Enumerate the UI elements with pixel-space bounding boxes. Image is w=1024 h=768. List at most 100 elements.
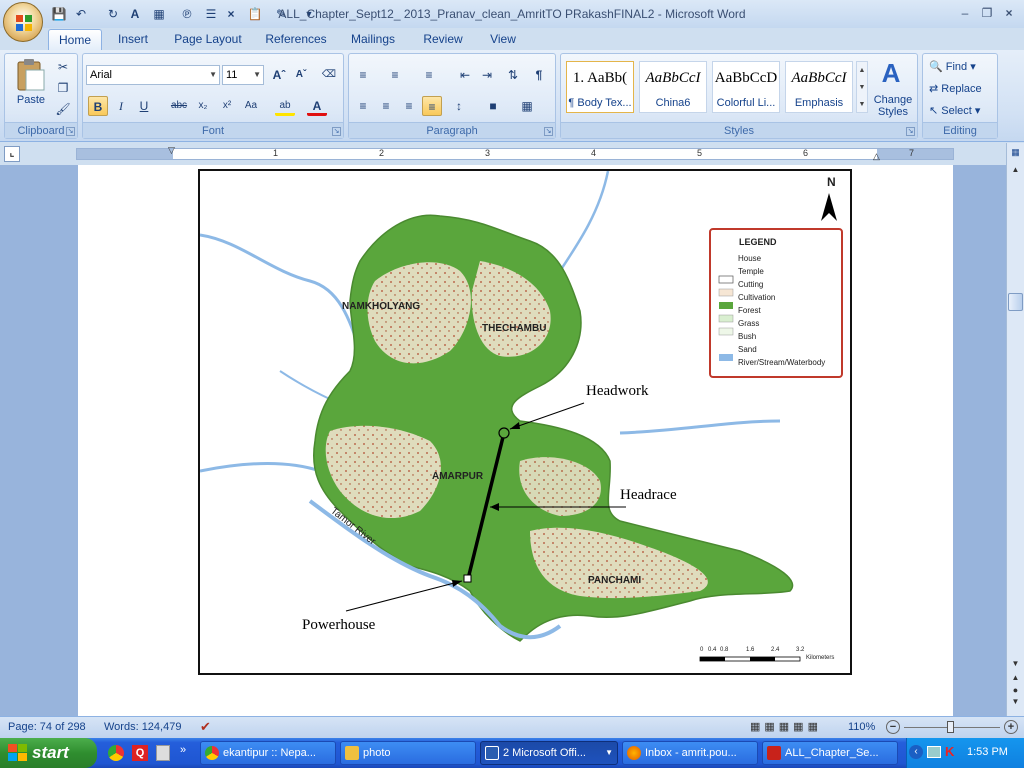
style-name: China6 xyxy=(655,97,691,109)
decrease-indent-icon[interactable]: ⇤ xyxy=(455,65,475,85)
scroll-up-icon[interactable]: ▲ xyxy=(1008,165,1023,179)
chrome-icon[interactable] xyxy=(108,745,124,761)
style-colorful-list[interactable]: AaBbCcD Colorful Li... xyxy=(712,61,780,113)
subscript-button[interactable]: x₂ xyxy=(193,96,213,116)
change-styles-icon[interactable]: A xyxy=(877,58,905,88)
underline-button[interactable]: U xyxy=(134,96,154,116)
zoom-in-icon[interactable]: + xyxy=(1004,720,1018,734)
right-indent-marker-icon[interactable]: △ xyxy=(873,151,880,162)
view-ruler-icon[interactable]: ▦ xyxy=(1008,147,1023,161)
align-left-icon[interactable]: ≡ xyxy=(353,96,373,116)
word-count[interactable]: Words: 124,479 xyxy=(104,721,181,733)
vertical-scrollbar[interactable]: ▦ ▲ ▼ ▲ ● ▼ xyxy=(1006,143,1024,716)
font-name-value: Arial xyxy=(90,69,113,81)
start-button[interactable]: start xyxy=(0,738,97,768)
paragraph-launcher-icon[interactable]: ↘ xyxy=(544,127,553,136)
numbering-icon[interactable]: ≡ xyxy=(385,65,405,85)
scroll-down-icon[interactable]: ▼ xyxy=(1008,659,1023,671)
change-styles-button[interactable]: Change Styles xyxy=(869,94,917,118)
format-painter-icon[interactable]: 🖌 xyxy=(53,99,73,119)
tray-expand-icon[interactable]: ‹ xyxy=(909,745,923,759)
zoom-level[interactable]: 110% xyxy=(848,721,875,733)
task-microsoft-office[interactable]: 2 Microsoft Offi... ▼ xyxy=(480,741,618,765)
tab-review[interactable]: Review xyxy=(414,29,472,50)
view-buttons[interactable]: ▦▦▦▦▦ xyxy=(750,720,840,736)
tab-mailings[interactable]: Mailings xyxy=(342,29,404,50)
show-marks-icon[interactable]: ¶ xyxy=(529,65,549,85)
cut-icon[interactable]: ✂ xyxy=(53,57,73,77)
indent-marker-icon[interactable]: ▽ xyxy=(168,145,175,156)
tab-page-layout[interactable]: Page Layout xyxy=(166,29,250,50)
word-icon xyxy=(485,746,499,760)
shrink-font-icon[interactable]: Aˇ xyxy=(291,65,311,85)
font-size-value: 11 xyxy=(226,69,238,81)
antivirus-icon[interactable]: K xyxy=(945,744,954,759)
ruler-number: 7 xyxy=(909,148,915,158)
shading-icon[interactable]: ■ xyxy=(483,96,503,116)
tab-home[interactable]: Home xyxy=(48,29,102,50)
style-body-text[interactable]: 1. AaBb( ¶ Body Tex... xyxy=(566,61,634,113)
tab-references[interactable]: References xyxy=(258,29,334,50)
bold-button[interactable]: B xyxy=(88,96,108,116)
close-button[interactable]: × xyxy=(996,4,1022,22)
horizontal-ruler[interactable]: 1 2 3 4 5 6 7 ▽ △ xyxy=(76,145,954,162)
align-right-icon[interactable]: ≡ xyxy=(399,96,419,116)
justify-icon[interactable]: ≡ xyxy=(422,96,442,116)
font-color-icon[interactable]: A xyxy=(307,96,327,116)
strikethrough-button[interactable]: abc xyxy=(169,96,189,116)
copy-icon[interactable]: ❐ xyxy=(53,78,73,98)
browse-object-icon[interactable]: ● xyxy=(1008,685,1023,697)
zoom-slider-thumb[interactable] xyxy=(947,721,954,733)
previous-page-icon[interactable]: ▲ xyxy=(1008,673,1023,685)
headrace-label: Headrace xyxy=(620,487,677,503)
calculator-icon[interactable] xyxy=(156,745,170,761)
bullets-icon[interactable]: ≡ xyxy=(353,65,373,85)
font-name-combo[interactable]: Arial ▼ xyxy=(86,65,220,85)
task-photo[interactable]: photo xyxy=(340,741,476,765)
styles-scroll[interactable]: ▲ ▼ ▼ xyxy=(856,61,868,113)
style-china6[interactable]: AaBbCcI China6 xyxy=(639,61,707,113)
line-spacing-icon[interactable]: ↕ xyxy=(449,96,469,116)
scroll-thumb[interactable] xyxy=(1008,293,1023,311)
style-preview: AaBbCcI xyxy=(645,70,701,86)
sort-icon[interactable]: ⇅ xyxy=(503,65,523,85)
style-emphasis[interactable]: AaBbCcI Emphasis xyxy=(785,61,853,113)
quicklaunch-more-icon[interactable]: » xyxy=(180,744,186,756)
tab-selector-icon[interactable]: ⌞ xyxy=(4,146,20,162)
legend-item: Bush xyxy=(738,332,757,341)
tab-view[interactable]: View xyxy=(480,29,526,50)
network-icon[interactable] xyxy=(927,746,941,758)
proofing-icon[interactable]: ✔ xyxy=(200,719,211,735)
office-button[interactable] xyxy=(3,2,43,42)
styles-launcher-icon[interactable]: ↘ xyxy=(906,127,915,136)
highlight-icon[interactable]: ab xyxy=(275,96,295,116)
superscript-button[interactable]: x² xyxy=(217,96,237,116)
quicklaunch-q-icon[interactable]: Q xyxy=(132,745,148,761)
clipboard-launcher-icon[interactable]: ↘ xyxy=(66,127,75,136)
page-count[interactable]: Page: 74 of 298 xyxy=(8,721,86,733)
task-ekantipur[interactable]: ekantipur :: Nepa... xyxy=(200,741,336,765)
paste-icon[interactable] xyxy=(13,58,47,92)
find-button[interactable]: 🔍 Find ▾ xyxy=(929,60,976,73)
ruler-number: 1 xyxy=(273,148,279,158)
change-case-button[interactable]: Aa xyxy=(241,96,261,116)
zoom-out-icon[interactable]: − xyxy=(886,720,900,734)
align-center-icon[interactable]: ≡ xyxy=(376,96,396,116)
italic-button[interactable]: I xyxy=(111,96,131,116)
document-page[interactable]: N LEGEND House Temple Cutting Cultivatio… xyxy=(78,165,953,716)
task-pdf[interactable]: ALL_Chapter_Se... xyxy=(762,741,898,765)
paste-button[interactable]: Paste xyxy=(11,94,51,106)
tab-insert[interactable]: Insert xyxy=(108,29,158,50)
next-page-icon[interactable]: ▼ xyxy=(1008,697,1023,709)
paragraph-group: ≡ ≡ ≡ ⇤ ⇥ ⇅ ¶ ≡ ≡ ≡ ≡ ↕ ■ ▦ Paragraph ↘ xyxy=(348,53,556,139)
font-launcher-icon[interactable]: ↘ xyxy=(332,127,341,136)
borders-icon[interactable]: ▦ xyxy=(517,96,537,116)
replace-button[interactable]: ⇄ Replace xyxy=(929,82,982,95)
multilevel-list-icon[interactable]: ≡ xyxy=(419,65,439,85)
grow-font-icon[interactable]: Aˆ xyxy=(269,65,289,85)
font-size-combo[interactable]: 11 ▼ xyxy=(222,65,264,85)
clear-formatting-icon[interactable]: ⌫ xyxy=(319,65,339,85)
increase-indent-icon[interactable]: ⇥ xyxy=(477,65,497,85)
select-button[interactable]: ↖ Select ▾ xyxy=(929,104,980,117)
task-inbox[interactable]: Inbox - amrit.pou... xyxy=(622,741,758,765)
